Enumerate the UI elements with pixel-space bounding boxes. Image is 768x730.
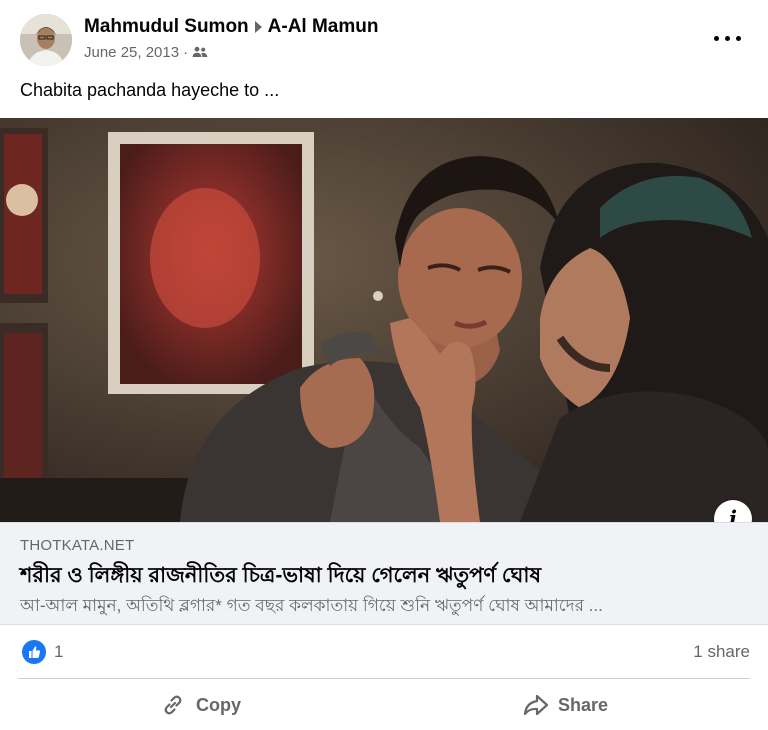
link-domain: THOTKATA.NET [20,537,135,554]
photo-scene [0,118,768,522]
reaction-count[interactable]: 1 [54,642,63,662]
link-title[interactable]: শরীর ও লিঙ্গীয় রাজনীতির চিত্র-ভাষা দিয়… [20,559,541,594]
link-icon [164,695,182,715]
share-count[interactable]: 1 share [693,642,750,662]
avatar-image [20,14,72,66]
copy-label: Copy [196,695,241,715]
share-label: Share [558,695,609,715]
author-name[interactable]: Mahmudul Sumon [84,16,249,37]
more-options-button[interactable] [710,26,746,50]
link-preview-image[interactable] [0,118,768,522]
target-name[interactable]: A-Al Mamun [268,16,379,37]
more-dot [736,36,741,41]
post-meta: June 25, 2013 · [84,44,208,62]
post-author-line: Mahmudul Sumon A-Al Mamun [84,16,378,38]
divider [18,678,750,679]
post-text: Chabita pachanda hayeche to ... [20,80,280,100]
friends-icon[interactable] [192,45,208,62]
link-description: আ-আল মামুন, অতিথি ব্লগার* গত বছর কলকাতায… [20,596,603,615]
avatar[interactable] [20,14,72,66]
meta-separator: · [183,44,189,61]
like-icon[interactable] [22,640,46,664]
post-card: Mahmudul Sumon A-Al Mamun June 25, 2013 · … [0,0,768,730]
copy-link-button[interactable]: Copy [160,684,260,726]
post-stats: 1 1 share [0,624,768,678]
post-header: Mahmudul Sumon A-Al Mamun June 25, 2013 · [0,0,768,72]
link-preview[interactable]: THOTKATA.NET শরীর ও লিঙ্গীয় রাজনীতির চি… [0,522,768,625]
more-horizontal-icon [714,36,719,41]
post-date[interactable]: June 25, 2013 [84,44,179,61]
share-arrow-icon [523,694,549,716]
more-dot [725,36,730,41]
triangle-arrow-icon [254,20,262,33]
share-button[interactable]: Share [522,684,622,726]
